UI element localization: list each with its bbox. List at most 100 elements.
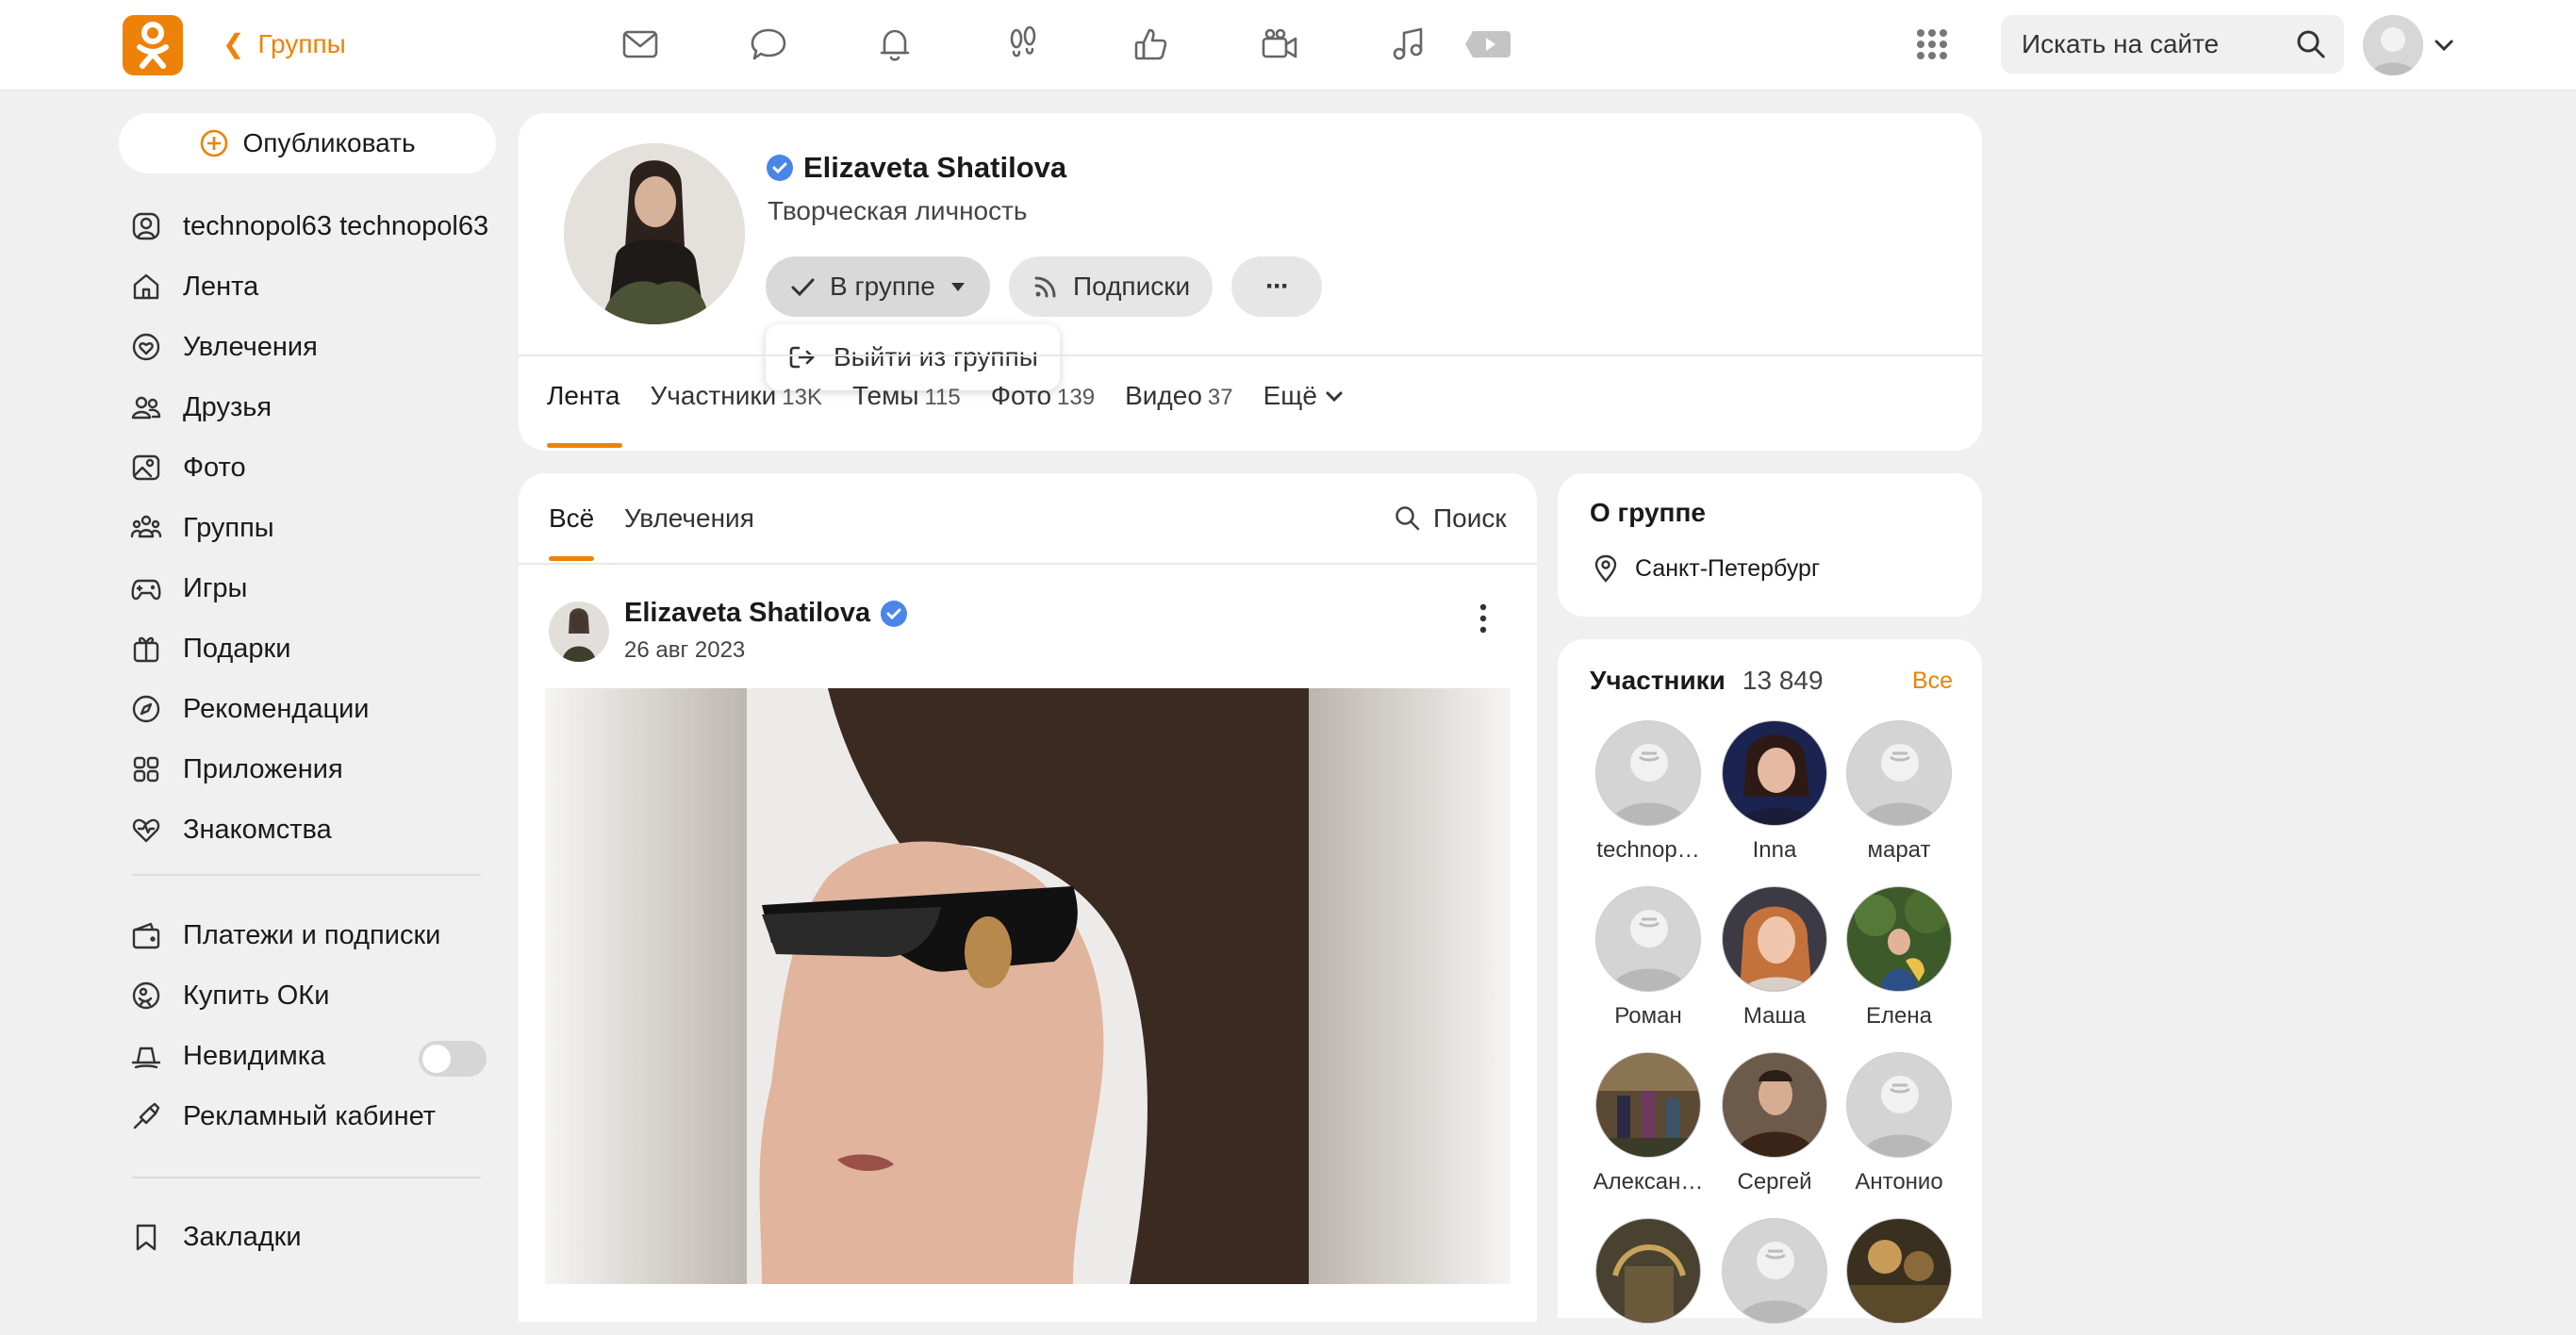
member-avatar bbox=[1595, 886, 1701, 992]
music-icon[interactable] bbox=[1384, 21, 1431, 68]
member-item[interactable] bbox=[1712, 1218, 1837, 1335]
group-name-text: Elizaveta Shatilova bbox=[803, 151, 1067, 184]
publish-label: Опубликовать bbox=[242, 128, 416, 157]
sidebar-item-label: Увлечения bbox=[183, 331, 318, 362]
post-image[interactable] bbox=[545, 688, 1511, 1284]
groups-icon bbox=[130, 515, 162, 538]
sidebar-item-buy-oki[interactable]: Купить ОКи bbox=[130, 977, 329, 1014]
sidebar-item-label: Рекламный кабинет bbox=[183, 1100, 437, 1131]
leave-group-label: Выйти из группы bbox=[834, 342, 1038, 371]
messages-icon[interactable] bbox=[617, 21, 664, 68]
group-name[interactable]: Elizaveta Shatilova bbox=[766, 151, 1066, 185]
member-item[interactable]: Маша bbox=[1712, 886, 1837, 1030]
tab-feed[interactable]: Лента bbox=[547, 381, 620, 411]
post-date: 26 авг 2023 bbox=[624, 637, 746, 663]
post-menu-icon[interactable] bbox=[1469, 600, 1497, 637]
post-author-avatar[interactable] bbox=[549, 602, 609, 662]
sidebar-item-games[interactable]: Игры bbox=[130, 569, 247, 607]
video-icon[interactable] bbox=[1256, 21, 1303, 68]
member-item[interactable]: Алексан… bbox=[1586, 1052, 1710, 1195]
notifications-icon[interactable] bbox=[871, 21, 918, 68]
location-pin-icon bbox=[1594, 554, 1617, 583]
group-avatar[interactable] bbox=[564, 143, 745, 324]
site-search[interactable]: Искать на сайте bbox=[2001, 15, 2344, 74]
feed-tab-all[interactable]: Всё bbox=[549, 503, 594, 534]
check-icon bbox=[791, 278, 815, 297]
subscriptions-button[interactable]: Подписки bbox=[1009, 256, 1214, 317]
tab-photo[interactable]: Фото 139 bbox=[991, 381, 1095, 411]
tab-topics[interactable]: Темы 115 bbox=[852, 381, 961, 411]
feed-divider bbox=[519, 563, 1537, 565]
member-avatar bbox=[1722, 1052, 1827, 1158]
tab-members[interactable]: Участники 13K bbox=[651, 381, 822, 411]
sidebar-item-gifts[interactable]: Подарки bbox=[130, 630, 290, 668]
search-input[interactable]: Искать на сайте bbox=[2022, 29, 2219, 59]
sidebar-item-invisible[interactable]: Невидимка bbox=[130, 1037, 325, 1075]
member-item[interactable]: Роман bbox=[1586, 886, 1710, 1030]
member-item[interactable]: Елена bbox=[1837, 886, 1961, 1030]
post-author[interactable]: Elizaveta Shatilova bbox=[624, 598, 908, 629]
sidebar-item-hobbies[interactable]: Увлечения bbox=[130, 328, 318, 366]
member-avatar bbox=[1722, 886, 1827, 992]
sidebar-item-photo[interactable]: Фото bbox=[130, 449, 246, 486]
sidebar-item-ads[interactable]: Рекламный кабинет bbox=[130, 1097, 436, 1135]
tab-more[interactable]: Ещё bbox=[1263, 381, 1344, 411]
members-count: 13 849 bbox=[1742, 666, 1824, 695]
back-to-groups-link[interactable]: ❮ Группы bbox=[223, 28, 346, 59]
members-all-link[interactable]: Все bbox=[1912, 668, 1953, 695]
sidebar-item-dating[interactable]: Знакомства bbox=[130, 811, 332, 849]
sidebar-item-feed[interactable]: Лента bbox=[130, 268, 258, 305]
member-avatar bbox=[1595, 720, 1701, 826]
user-avatar[interactable] bbox=[2363, 15, 2423, 75]
discussions-icon[interactable] bbox=[745, 21, 792, 68]
chevron-down-icon[interactable] bbox=[2433, 34, 2455, 57]
sidebar-item-label: technopol63 technopol63 bbox=[183, 210, 489, 241]
publish-button[interactable]: Опубликовать bbox=[119, 113, 496, 173]
member-avatar bbox=[1722, 720, 1827, 826]
more-button[interactable]: ··· bbox=[1231, 256, 1322, 317]
hobby-icon bbox=[132, 333, 160, 361]
apps-icon bbox=[133, 756, 159, 783]
search-icon[interactable] bbox=[2295, 28, 2327, 60]
apps-grid-icon[interactable] bbox=[1908, 21, 1956, 68]
tab-video[interactable]: Видео 37 bbox=[1125, 381, 1233, 411]
user-icon bbox=[132, 212, 160, 240]
sidebar-item-apps[interactable]: Приложения bbox=[130, 750, 343, 788]
feed-search-button[interactable]: Поиск bbox=[1394, 503, 1507, 534]
group-city: Санкт-Петербург bbox=[1592, 554, 1820, 583]
sidebar-item-friends[interactable]: Друзья bbox=[130, 388, 272, 426]
sidebar-item-payments[interactable]: Платежи и подписки bbox=[130, 916, 440, 954]
back-label: Группы bbox=[257, 28, 346, 58]
sidebar-item-recommendations[interactable]: Рекомендации bbox=[130, 690, 369, 728]
member-item[interactable]: Антонио bbox=[1837, 1052, 1961, 1195]
about-card bbox=[1558, 473, 1982, 617]
feed-tab-hobby[interactable]: Увлечения bbox=[624, 503, 754, 534]
guests-icon[interactable] bbox=[999, 21, 1047, 68]
likes-icon[interactable] bbox=[1128, 21, 1175, 68]
sidebar-item-label: Рекомендации bbox=[183, 693, 370, 724]
member-item[interactable] bbox=[1837, 1218, 1961, 1335]
header-divider bbox=[519, 354, 1982, 356]
more-label: ··· bbox=[1265, 271, 1290, 302]
ok-logo[interactable] bbox=[123, 15, 183, 75]
verified-icon bbox=[767, 155, 793, 181]
member-name: Антонио bbox=[1855, 1169, 1943, 1195]
member-item[interactable]: Inna bbox=[1712, 720, 1837, 864]
play-icon[interactable] bbox=[1461, 21, 1512, 68]
sidebar-item-label: Купить ОКи bbox=[183, 980, 330, 1011]
invisible-toggle[interactable] bbox=[419, 1041, 487, 1077]
member-name: Роман bbox=[1614, 1003, 1682, 1029]
sidebar-item-groups[interactable]: Группы bbox=[130, 509, 274, 547]
member-name: Сергей bbox=[1737, 1169, 1812, 1195]
member-item[interactable]: марат bbox=[1837, 720, 1961, 864]
sidebar-item-bookmarks[interactable]: Закладки bbox=[130, 1218, 302, 1256]
member-item[interactable]: Сергей bbox=[1712, 1052, 1837, 1195]
member-name: technop… bbox=[1596, 837, 1700, 863]
sidebar-item-profile[interactable]: technopol63 technopol63 bbox=[130, 207, 488, 245]
coins-icon bbox=[132, 981, 160, 1010]
member-item[interactable] bbox=[1586, 1218, 1710, 1335]
in-group-button[interactable]: В группе bbox=[766, 256, 990, 317]
feed-search-label: Поиск bbox=[1433, 503, 1507, 533]
member-name: Маша bbox=[1742, 1003, 1807, 1029]
member-item[interactable]: technop… bbox=[1586, 720, 1710, 864]
